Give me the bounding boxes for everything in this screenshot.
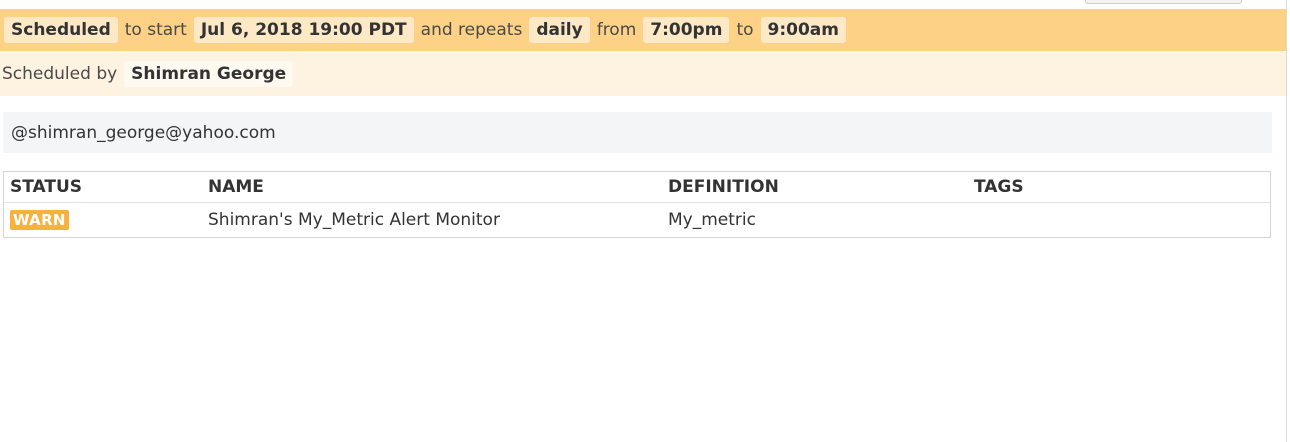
status-column-header[interactable]: STATUS bbox=[10, 177, 82, 197]
monitor-name-link[interactable]: Shimran's My_Metric Alert Monitor bbox=[208, 210, 500, 230]
frequency-chip: daily bbox=[529, 17, 590, 43]
table-header-row: STATUS NAME DEFINITION TAGS bbox=[4, 172, 1270, 203]
to-text: to bbox=[736, 20, 754, 40]
and-repeats-text: and repeats bbox=[420, 20, 523, 40]
monitor-definition: My_metric bbox=[668, 210, 756, 230]
table-row[interactable]: WARN Shimran's My_Metric Alert Monitor M… bbox=[4, 203, 1270, 237]
warn-status-badge: WARN bbox=[10, 210, 69, 230]
from-text: from bbox=[596, 20, 637, 40]
to-time-chip: 9:00am bbox=[760, 17, 846, 43]
schedule-status-chip: Scheduled bbox=[4, 17, 118, 43]
schedule-summary-bar: Scheduled to start Jul 6, 2018 19:00 PDT… bbox=[0, 9, 1286, 51]
from-time-chip: 7:00pm bbox=[643, 17, 730, 43]
monitors-table: STATUS NAME DEFINITION TAGS WARN Shimran… bbox=[3, 171, 1271, 238]
status-cell: WARN bbox=[10, 210, 69, 230]
top-right-control-edge[interactable] bbox=[1085, 0, 1242, 4]
tags-column-header[interactable]: TAGS bbox=[974, 177, 1024, 197]
scheduled-by-text: Scheduled by bbox=[2, 63, 118, 84]
definition-column-header[interactable]: DEFINITION bbox=[668, 177, 779, 197]
name-column-header[interactable]: NAME bbox=[208, 177, 264, 197]
notification-recipient: @shimran_george@yahoo.com bbox=[11, 122, 276, 143]
start-datetime-chip: Jul 6, 2018 19:00 PDT bbox=[193, 17, 414, 43]
panel-right-border bbox=[1286, 0, 1287, 442]
notification-recipient-box: @shimran_george@yahoo.com bbox=[3, 112, 1272, 153]
to-start-text: to start bbox=[124, 20, 187, 40]
downtime-detail-page: Scheduled to start Jul 6, 2018 19:00 PDT… bbox=[0, 0, 1290, 442]
scheduled-by-bar: Scheduled by Shimran George bbox=[0, 51, 1286, 96]
scheduler-name-chip: Shimran George bbox=[124, 60, 294, 87]
